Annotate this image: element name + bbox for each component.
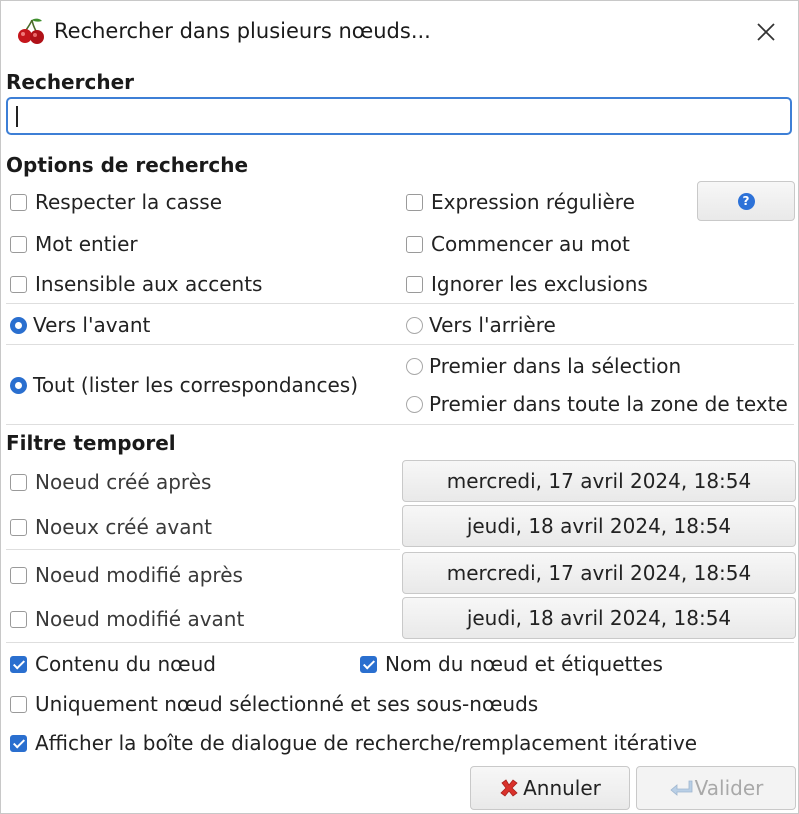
separator [6, 549, 400, 550]
respecter-casse-checkbox[interactable]: Respecter la casse [10, 190, 222, 214]
valider-label: Valider [694, 776, 764, 800]
checkbox-label: Noeud créé après [35, 470, 212, 494]
radio-button [10, 316, 27, 334]
checkbox-label: Insensible aux accents [35, 272, 263, 296]
checkbox-box [360, 655, 377, 673]
radio-button [406, 357, 423, 375]
checkbox-box [10, 610, 27, 628]
help-icon: ? [737, 192, 755, 210]
checkbox-label: Respecter la casse [35, 190, 223, 214]
radio-button [406, 316, 423, 334]
checkbox-box [10, 193, 27, 211]
cherry-icon [16, 16, 46, 46]
checkbox-label: Uniquement nœud sélectionné et ses sous-… [35, 692, 539, 716]
separator [6, 642, 794, 643]
nom-etiquettes-checkbox[interactable]: Nom du nœud et étiquettes [360, 652, 663, 676]
date-label: mercredi, 17 avril 2024, 18:54 [446, 469, 752, 493]
annuler-label: Annuler [523, 776, 601, 800]
date-label: mercredi, 17 avril 2024, 18:54 [446, 561, 752, 585]
commencer-au-mot-checkbox[interactable]: Commencer au mot [406, 232, 630, 256]
checkbox-box [406, 193, 423, 211]
annuler-button[interactable]: Annuler [470, 766, 630, 810]
noeud-cree-apres-checkbox[interactable]: Noeud créé après [10, 470, 211, 494]
enter-arrow-icon [670, 780, 693, 796]
cancel-icon [500, 779, 518, 797]
checkbox-box [10, 566, 27, 584]
checkbox-box [406, 275, 423, 293]
vers-avant-radio[interactable]: Vers l'avant [10, 313, 150, 337]
noeud-cree-avant-checkbox[interactable]: Noeux créé avant [10, 515, 212, 539]
vers-arriere-radio[interactable]: Vers l'arrière [406, 313, 556, 337]
mot-entier-checkbox[interactable]: Mot entier [10, 232, 138, 256]
checkbox-box [406, 235, 423, 253]
window-title: Rechercher dans plusieurs nœuds... [54, 19, 431, 43]
checkbox-box [10, 518, 27, 536]
premier-zone-radio[interactable]: Premier dans toute la zone de texte [406, 392, 788, 416]
text-caret [16, 106, 18, 127]
regex-help-button[interactable]: ? [697, 181, 795, 221]
separator [6, 344, 794, 345]
premier-selection-radio[interactable]: Premier dans la sélection [406, 354, 681, 378]
checkbox-label: Noeux créé avant [35, 515, 212, 539]
tout-radio[interactable]: Tout (lister les correspondances) [10, 373, 358, 397]
afficher-iterative-checkbox[interactable]: Afficher la boîte de dialogue de recherc… [10, 731, 697, 755]
date-label: jeudi, 18 avril 2024, 18:54 [466, 514, 732, 538]
search-label: Rechercher [6, 70, 135, 94]
contenu-noeud-checkbox[interactable]: Contenu du nœud [10, 652, 216, 676]
checkbox-label: Noeud modifié avant [35, 607, 245, 631]
radio-label: Vers l'arrière [429, 313, 556, 337]
checkbox-box [10, 275, 27, 293]
radio-label: Premier dans toute la zone de texte [429, 392, 788, 416]
separator [6, 303, 794, 304]
noeud-modifie-avant-checkbox[interactable]: Noeud modifié avant [10, 607, 244, 631]
radio-label: Premier dans la sélection [429, 354, 682, 378]
noeud-modifie-apres-checkbox[interactable]: Noeud modifié après [10, 563, 243, 587]
checkbox-label: Expression régulière [431, 190, 635, 214]
date-cree-avant-button[interactable]: jeudi, 18 avril 2024, 18:54 [402, 505, 796, 547]
uniquement-selection-checkbox[interactable]: Uniquement nœud sélectionné et ses sous-… [10, 692, 538, 716]
checkbox-label: Contenu du nœud [35, 652, 216, 676]
search-input[interactable] [6, 97, 792, 135]
ignorer-exclusions-checkbox[interactable]: Ignorer les exclusions [406, 272, 648, 296]
radio-button [10, 376, 27, 394]
options-section-title: Options de recherche [6, 153, 249, 177]
time-filter-title: Filtre temporel [6, 431, 176, 455]
checkbox-label: Nom du nœud et étiquettes [385, 652, 663, 676]
checkbox-label: Ignorer les exclusions [431, 272, 648, 296]
date-modifie-avant-button[interactable]: jeudi, 18 avril 2024, 18:54 [402, 597, 796, 639]
radio-button [406, 395, 423, 413]
date-cree-apres-button[interactable]: mercredi, 17 avril 2024, 18:54 [402, 460, 796, 502]
checkbox-box [10, 734, 27, 752]
checkbox-label: Commencer au mot [431, 232, 630, 256]
separator [6, 424, 794, 425]
close-button[interactable] [748, 14, 784, 50]
insensible-accents-checkbox[interactable]: Insensible aux accents [10, 272, 262, 296]
checkbox-box [10, 695, 27, 713]
radio-label: Tout (lister les correspondances) [33, 373, 358, 397]
expression-reguliere-checkbox[interactable]: Expression régulière [406, 190, 635, 214]
checkbox-label: Mot entier [35, 232, 138, 256]
checkbox-box [10, 235, 27, 253]
radio-label: Vers l'avant [33, 313, 151, 337]
checkbox-label: Noeud modifié après [35, 563, 243, 587]
date-label: jeudi, 18 avril 2024, 18:54 [466, 606, 732, 630]
checkbox-box [10, 473, 27, 491]
valider-button[interactable]: Valider [636, 766, 796, 810]
checkbox-box [10, 655, 27, 673]
close-icon [757, 23, 775, 41]
checkbox-label: Afficher la boîte de dialogue de recherc… [35, 731, 698, 755]
date-modifie-apres-button[interactable]: mercredi, 17 avril 2024, 18:54 [402, 552, 796, 594]
